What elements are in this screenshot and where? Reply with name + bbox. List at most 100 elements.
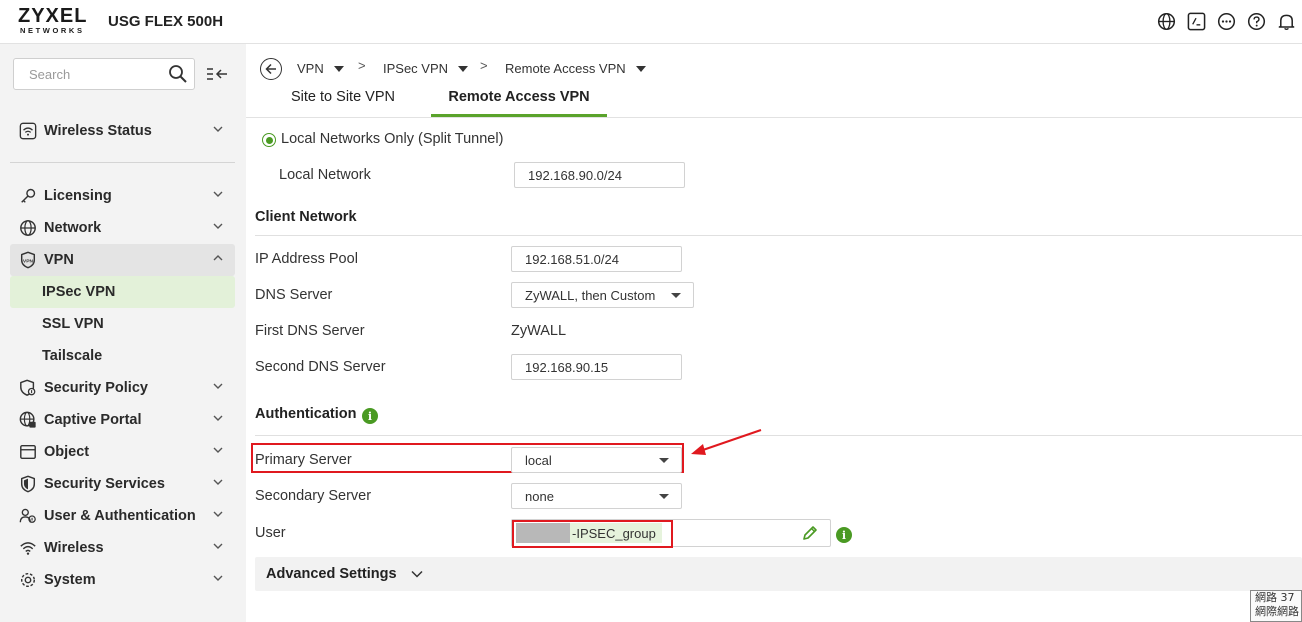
ip-pool-label: IP Address Pool	[255, 251, 358, 267]
zyxel-logo[interactable]: ZYXEL NETWORKS	[18, 6, 96, 35]
collapse-sidebar-icon[interactable]	[206, 65, 228, 86]
first-dns-value: ZyWALL	[511, 323, 567, 339]
secondary-server-select[interactable]: none	[511, 483, 682, 509]
search-icon[interactable]	[168, 64, 188, 87]
sidebar-item-tailscale[interactable]: Tailscale	[10, 340, 235, 372]
select-value: local	[525, 452, 552, 468]
wifi-status-icon	[18, 121, 38, 141]
breadcrumb-separator: >	[358, 58, 366, 73]
device-model: USG FLEX 500H	[108, 13, 224, 30]
sidebar-item-label: Security Policy	[44, 380, 148, 396]
primary-server-select[interactable]: local	[511, 447, 682, 473]
chevron-down-icon	[213, 126, 223, 132]
key-icon	[18, 186, 38, 206]
chevron-down-icon	[213, 447, 223, 453]
primary-server-label: Primary Server	[255, 452, 352, 468]
sidebar-item-network[interactable]: Network	[10, 212, 235, 244]
wifi-icon	[18, 538, 38, 558]
sidebar-item-security-policy[interactable]: Security Policy	[10, 372, 235, 404]
sidebar-item-system[interactable]: System	[10, 564, 235, 596]
search-input[interactable]	[14, 59, 154, 89]
advanced-settings-toggle[interactable]: Advanced Settings	[255, 557, 1302, 591]
sidebar-item-label: SSL VPN	[42, 316, 104, 332]
more-icon[interactable]	[1216, 11, 1236, 31]
sidebar-item-ipsec-vpn[interactable]: IPSec VPN	[10, 276, 235, 308]
client-network-title: Client Network	[255, 209, 357, 225]
tab-label: Remote Access VPN	[448, 89, 590, 105]
sidebar-item-captive-portal[interactable]: Captive Portal	[10, 404, 235, 436]
section-divider	[255, 235, 1302, 236]
cli-terminal-icon[interactable]	[1186, 11, 1206, 31]
dns-server-label: DNS Server	[255, 287, 333, 303]
secondary-server-label: Secondary Server	[255, 488, 372, 504]
sidebar-item-wireless-status[interactable]: Wireless Status	[10, 115, 235, 147]
select-value: ZyWALL, then Custom	[525, 287, 656, 303]
split-tunnel-radio[interactable]	[262, 133, 276, 147]
tab-remote-access-vpn[interactable]: Remote Access VPN	[431, 89, 607, 117]
breadcrumb-label: IPSec VPN	[383, 61, 449, 76]
network-status-widget[interactable]: 網路 37 網際網路	[1250, 590, 1302, 622]
sidebar-item-label: VPN	[44, 252, 74, 268]
chevron-down-icon	[213, 383, 223, 389]
field-value: 192.168.90.0/24	[528, 167, 622, 183]
info-icon[interactable]: i	[836, 527, 852, 543]
gear-icon	[18, 570, 38, 590]
breadcrumb-vpn[interactable]: VPN	[297, 61, 344, 76]
breadcrumb-ipsec-vpn[interactable]: IPSec VPN	[383, 61, 469, 76]
sidebar-item-label: IPSec VPN	[42, 284, 116, 300]
search-box	[13, 58, 195, 90]
pencil-icon[interactable]	[802, 525, 818, 544]
user-label: User	[255, 525, 286, 541]
local-network-label: Local Network	[279, 167, 371, 183]
first-dns-label: First DNS Server	[255, 323, 365, 339]
sidebar-item-label: Captive Portal	[44, 412, 142, 428]
sidebar-item-object[interactable]: Object	[10, 436, 235, 468]
local-network-field[interactable]: 192.168.90.0/24	[514, 162, 685, 188]
globe-icon[interactable]	[1156, 11, 1176, 31]
dns-server-select[interactable]: ZyWALL, then Custom	[511, 282, 694, 308]
breadcrumb-label: VPN	[297, 61, 324, 76]
chevron-down-icon	[213, 479, 223, 485]
sidebar-item-security-services[interactable]: Security Services	[10, 468, 235, 500]
breadcrumb-label: Remote Access VPN	[505, 61, 626, 76]
sidebar-item-label: System	[44, 572, 96, 588]
ip-pool-field[interactable]: 192.168.51.0/24	[511, 246, 682, 272]
network-status-line1: 網路 37	[1255, 591, 1295, 604]
chevron-down-icon	[411, 570, 423, 578]
section-divider	[255, 435, 1302, 436]
sidebar: Wireless Status Licensing Network VPN VP…	[0, 44, 246, 622]
sidebar-item-vpn[interactable]: VPN VPN	[10, 244, 235, 276]
bell-icon[interactable]	[1276, 11, 1296, 31]
sidebar-item-user-authentication[interactable]: User & Authentication	[10, 500, 235, 532]
select-value: none	[525, 488, 554, 504]
vpn-shield-icon: VPN	[18, 250, 38, 270]
sidebar-item-ssl-vpn[interactable]: SSL VPN	[10, 308, 235, 340]
field-value: 192.168.90.15	[525, 359, 609, 375]
tab-site-to-site-vpn[interactable]: Site to Site VPN	[276, 89, 410, 117]
caret-down-icon	[458, 65, 469, 72]
chevron-down-icon	[213, 191, 223, 197]
sidebar-item-label: Wireless Status	[44, 123, 152, 139]
chevron-down-icon	[213, 415, 223, 421]
object-icon	[18, 442, 38, 462]
captive-portal-icon	[18, 410, 38, 430]
sidebar-item-wireless[interactable]: Wireless	[10, 532, 235, 564]
breadcrumb-remote-access-vpn[interactable]: Remote Access VPN	[505, 61, 646, 76]
chevron-down-icon	[213, 543, 223, 549]
info-icon[interactable]: i	[362, 408, 378, 424]
breadcrumb-separator: >	[480, 58, 488, 73]
chevron-down-icon	[213, 511, 223, 517]
back-arrow-icon[interactable]	[260, 58, 282, 80]
sidebar-item-label: Tailscale	[42, 348, 103, 364]
logo-main-text: ZYXEL	[18, 5, 88, 27]
second-dns-field[interactable]: 192.168.90.15	[511, 354, 682, 380]
second-dns-label: Second DNS Server	[255, 359, 386, 375]
chevron-up-icon	[213, 255, 223, 261]
logo-sub-text: NETWORKS	[20, 26, 85, 35]
sidebar-item-licensing[interactable]: Licensing	[10, 180, 235, 212]
field-value: 192.168.51.0/24	[525, 251, 619, 267]
help-icon[interactable]	[1246, 11, 1266, 31]
header-toolbar	[1156, 11, 1296, 31]
dropdown-arrow-icon	[659, 494, 669, 499]
dropdown-arrow-icon	[659, 458, 669, 463]
